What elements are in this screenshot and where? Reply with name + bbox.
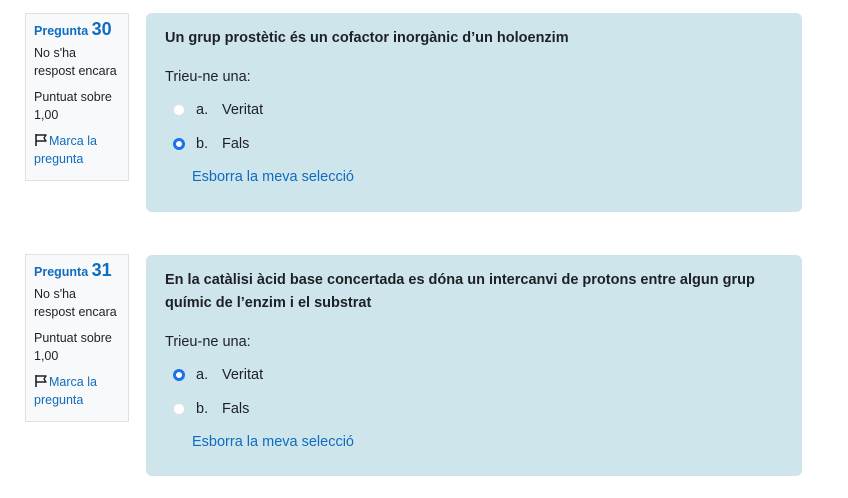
option-letter: a. xyxy=(196,367,209,383)
question-label: Pregunta xyxy=(34,265,89,279)
question-content: Un grup prostètic és un cofactor inorgàn… xyxy=(146,13,802,212)
question-number-value: 30 xyxy=(91,19,112,39)
option-text: Fals xyxy=(222,136,250,152)
flag-question-link[interactable]: Marca la pregunta xyxy=(34,373,120,409)
clear-selection-link[interactable]: Esborra la meva selecció xyxy=(192,169,782,185)
option-letter: a. xyxy=(196,102,209,118)
answer-prompt: Trieu-ne una: xyxy=(165,334,251,350)
question-info: Pregunta 30 No s'ha respost encara Puntu… xyxy=(25,13,129,181)
question-status: No s'ha respost encara xyxy=(34,46,117,78)
option-a[interactable]: a. Veritat xyxy=(165,358,782,392)
question-number-value: 31 xyxy=(91,260,112,280)
option-a[interactable]: a. Veritat xyxy=(165,93,782,127)
flag-question-link[interactable]: Marca la pregunta xyxy=(34,132,120,168)
option-letter: b. xyxy=(196,401,209,417)
question-text: En la catàlisi àcid base concertada es d… xyxy=(165,272,755,311)
option-b[interactable]: b. Fals xyxy=(165,392,782,426)
flag-icon xyxy=(34,374,48,388)
option-text: Veritat xyxy=(222,102,264,118)
question-score: Puntuat sobre 1,00 xyxy=(34,331,112,363)
option-text: Veritat xyxy=(222,367,264,383)
question-number: Pregunta 30 xyxy=(34,20,120,40)
radio-button[interactable] xyxy=(173,104,185,116)
question-info: Pregunta 31 No s'ha respost encara Puntu… xyxy=(25,254,129,422)
clear-selection-link[interactable]: Esborra la meva selecció xyxy=(192,434,782,450)
radio-button-selected[interactable] xyxy=(173,369,185,381)
answer-prompt: Trieu-ne una: xyxy=(165,69,251,85)
question-score: Puntuat sobre 1,00 xyxy=(34,90,112,122)
option-b[interactable]: b. Fals xyxy=(165,127,782,161)
radio-button-selected[interactable] xyxy=(173,138,185,150)
flag-icon xyxy=(34,133,48,147)
option-text: Fals xyxy=(222,401,250,417)
option-letter: b. xyxy=(196,136,209,152)
question-number: Pregunta 31 xyxy=(34,261,120,281)
question-status: No s'ha respost encara xyxy=(34,287,117,319)
radio-button[interactable] xyxy=(173,403,185,415)
question-content: En la catàlisi àcid base concertada es d… xyxy=(146,255,802,476)
question-label: Pregunta xyxy=(34,24,89,38)
answer-options: a. Veritat b. Fals xyxy=(165,93,782,161)
question-text: Un grup prostètic és un cofactor inorgàn… xyxy=(165,30,569,46)
answer-options: a. Veritat b. Fals xyxy=(165,358,782,426)
